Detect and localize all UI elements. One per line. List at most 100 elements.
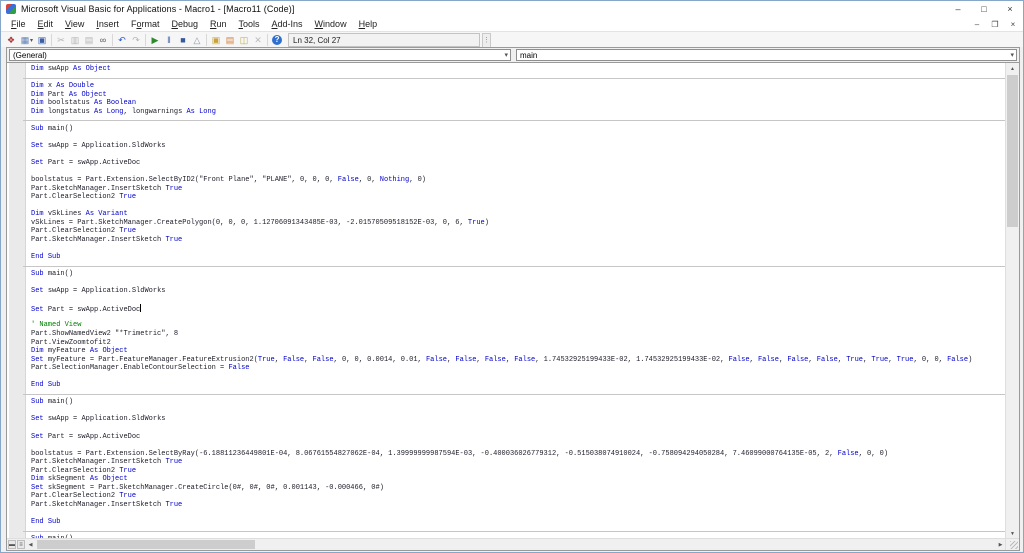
code-line[interactable]: Part.SketchManager.InsertSketch True — [25, 458, 1006, 467]
code-line[interactable]: boolstatus = Part.Extension.SelectByID2(… — [25, 176, 1006, 185]
close-button[interactable]: × — [997, 1, 1023, 17]
horizontal-scrollbar-thumb[interactable] — [37, 540, 255, 549]
code-editor[interactable]: Dim swApp As Object Dim x As Double Dim Pa… — [7, 63, 1019, 539]
code-line[interactable]: Part.ClearSelection2 True — [25, 193, 1006, 202]
help-icon[interactable]: ? — [270, 34, 284, 47]
code-line[interactable]: End Sub — [25, 253, 1006, 262]
code-line[interactable]: Dim Part As Object — [25, 91, 1006, 100]
code-line[interactable]: Part.ClearSelection2 True — [25, 227, 1006, 236]
code-line[interactable]: Set skSegment = Part.SketchManager.Creat… — [25, 484, 1006, 493]
code-line[interactable]: End Sub — [25, 518, 1006, 527]
toolbox-icon[interactable]: ✕ — [251, 34, 265, 47]
mdi-restore-button[interactable]: ❐ — [987, 18, 1003, 30]
code-line[interactable] — [25, 244, 1006, 253]
code-line[interactable]: vSkLines = Part.SketchManager.CreatePoly… — [25, 219, 1006, 228]
code-line[interactable]: Set Part = swApp.ActiveDoc — [25, 304, 1006, 314]
code-line[interactable]: Set myFeature = Part.FeatureManager.Feat… — [25, 356, 1006, 365]
code-line[interactable]: Set swApp = Application.SldWorks — [25, 142, 1006, 151]
code-line[interactable] — [25, 373, 1006, 382]
paste-icon[interactable]: ▤ — [82, 34, 96, 47]
code-line[interactable]: Dim longstatus As Long, longwarnings As … — [25, 108, 1006, 117]
horizontal-scrollbar[interactable]: ▬ ≡ ◀ ▶ — [7, 538, 1006, 550]
code-line[interactable] — [25, 133, 1006, 142]
code-line[interactable] — [25, 279, 1006, 288]
full-module-view-button[interactable]: ≡ — [17, 540, 25, 549]
code-line[interactable]: End Sub — [25, 381, 1006, 390]
menu-run[interactable]: Run — [204, 18, 233, 30]
menu-debug[interactable]: Debug — [165, 18, 204, 30]
reset-icon[interactable]: ■ — [176, 34, 190, 47]
chevron-down-icon[interactable]: ▾ — [1010, 51, 1014, 59]
code-line[interactable]: Dim x As Double — [25, 82, 1006, 91]
find-icon[interactable]: ∞ — [96, 34, 110, 47]
maximize-button[interactable]: □ — [971, 1, 997, 17]
code-line[interactable] — [25, 150, 1006, 159]
project-explorer-icon[interactable]: ▣ — [209, 34, 223, 47]
menu-view[interactable]: View — [59, 18, 90, 30]
menu-file[interactable]: File — [5, 18, 32, 30]
object-dropdown[interactable]: (General) ▾ — [9, 49, 511, 61]
code-line[interactable] — [25, 202, 1006, 211]
menu-window[interactable]: Window — [309, 18, 353, 30]
code-line[interactable]: Part.ViewZoomtofit2 — [25, 339, 1006, 348]
margin-indicator-bar[interactable] — [9, 63, 26, 539]
cut-icon[interactable]: ✂ — [54, 34, 68, 47]
mdi-close-button[interactable]: × — [1005, 18, 1021, 30]
code-line[interactable]: Part.ClearSelection2 True — [25, 492, 1006, 501]
code-line[interactable]: Part.SketchManager.InsertSketch True — [25, 185, 1006, 194]
object-browser-icon[interactable]: ◫ — [237, 34, 251, 47]
save-icon[interactable]: ▣ — [35, 34, 49, 47]
undo-icon[interactable]: ↶ — [115, 34, 129, 47]
vertical-scrollbar-thumb[interactable] — [1007, 75, 1018, 227]
code-line[interactable]: Dim boolstatus As Boolean — [25, 99, 1006, 108]
break-icon[interactable]: ‖ — [162, 34, 176, 47]
resize-grip[interactable] — [1005, 538, 1019, 550]
menu-insert[interactable]: Insert — [90, 18, 125, 30]
design-mode-icon[interactable]: △ — [190, 34, 204, 47]
code-line[interactable]: Sub main() — [25, 125, 1006, 134]
code-line[interactable]: Dim skSegment As Object — [25, 475, 1006, 484]
menu-addins[interactable]: Add-Ins — [266, 18, 309, 30]
code-line[interactable]: Dim myFeature As Object — [25, 347, 1006, 356]
code-line[interactable] — [25, 296, 1006, 305]
code-line[interactable]: Part.SketchManager.InsertSketch True — [25, 501, 1006, 510]
copy-icon[interactable]: ▥ — [68, 34, 82, 47]
code-line[interactable] — [25, 313, 1006, 322]
code-line[interactable]: Sub main() — [25, 270, 1006, 279]
scroll-up-icon[interactable]: ▲ — [1006, 63, 1019, 74]
view-solidworks-icon[interactable]: ❖ — [4, 34, 18, 47]
procedure-dropdown[interactable]: main ▾ — [516, 49, 1017, 61]
chevron-down-icon[interactable]: ▾ — [504, 51, 508, 59]
code-line[interactable] — [25, 168, 1006, 177]
code-line[interactable]: ' Named View — [25, 321, 1006, 330]
code-line[interactable] — [25, 424, 1006, 433]
procedure-view-button[interactable]: ▬ — [8, 540, 16, 549]
menu-edit[interactable]: Edit — [32, 18, 60, 30]
code-line[interactable]: Set swApp = Application.SldWorks — [25, 287, 1006, 296]
menu-format[interactable]: Format — [125, 18, 166, 30]
menu-tools[interactable]: Tools — [233, 18, 266, 30]
code-line[interactable]: Part.SketchManager.InsertSketch True — [25, 236, 1006, 245]
redo-icon[interactable]: ↷ — [129, 34, 143, 47]
code-line[interactable]: Part.SelectionManager.EnableContourSelec… — [25, 364, 1006, 373]
code-line[interactable]: Part.ClearSelection2 True — [25, 467, 1006, 476]
code-line[interactable]: Set Part = swApp.ActiveDoc — [25, 433, 1006, 442]
code-line[interactable] — [25, 509, 1006, 518]
code-line[interactable]: Set swApp = Application.SldWorks — [25, 415, 1006, 424]
properties-window-icon[interactable]: ▤ — [223, 34, 237, 47]
code-line[interactable]: Dim swApp As Object — [25, 65, 1006, 74]
insert-userform-icon-dropdown-arrow[interactable]: ▾ — [30, 37, 33, 44]
run-icon[interactable]: ▶ — [148, 34, 162, 47]
code-line[interactable]: Sub main() — [25, 398, 1006, 407]
vertical-scrollbar[interactable]: ▲ ▼ — [1005, 63, 1019, 539]
code-line[interactable] — [25, 441, 1006, 450]
mdi-minimize-button[interactable]: – — [969, 18, 985, 30]
code-line[interactable]: Set Part = swApp.ActiveDoc — [25, 159, 1006, 168]
scroll-left-icon[interactable]: ◀ — [25, 539, 36, 550]
code-line[interactable]: Dim vSkLines As Variant — [25, 210, 1006, 219]
menu-help[interactable]: Help — [353, 18, 384, 30]
code-line[interactable] — [25, 407, 1006, 416]
code-line[interactable]: Part.ShowNamedView2 "*Trimetric", 8 — [25, 330, 1006, 339]
minimize-button[interactable]: – — [945, 1, 971, 17]
code-line[interactable]: boolstatus = Part.Extension.SelectByRay(… — [25, 450, 1006, 459]
